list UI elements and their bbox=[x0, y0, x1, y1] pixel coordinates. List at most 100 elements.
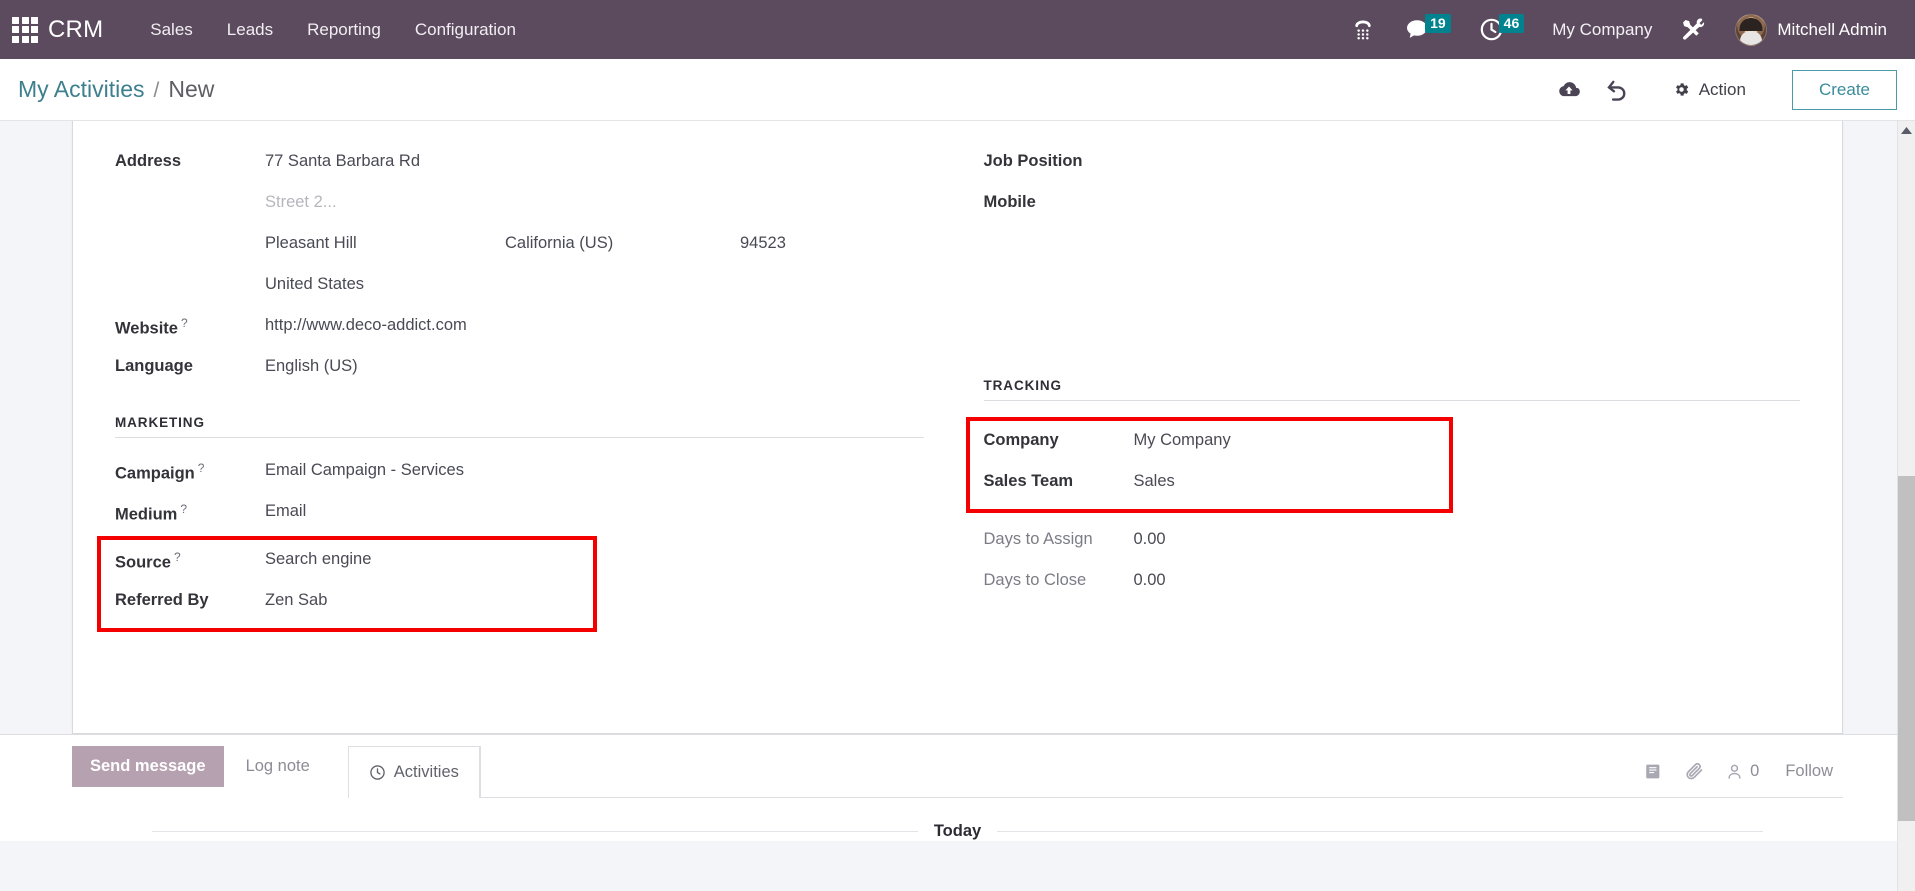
clock-icon bbox=[369, 764, 386, 781]
company-switcher[interactable]: My Company bbox=[1538, 0, 1666, 59]
address-street-value[interactable]: 77 Santa Barbara Rd bbox=[265, 145, 924, 171]
referred-by-value[interactable]: Zen Sab bbox=[265, 584, 593, 610]
scrollbar-thumb[interactable] bbox=[1898, 476, 1915, 821]
medium-help-icon[interactable]: ? bbox=[180, 502, 187, 516]
menu-reporting[interactable]: Reporting bbox=[290, 0, 398, 59]
menu-sales[interactable]: Sales bbox=[133, 0, 210, 59]
wrench-screwdriver-icon bbox=[1680, 16, 1707, 43]
field-city-state-zip: Pleasant Hill California (US) 94523 bbox=[115, 227, 924, 268]
cloud-upload-icon bbox=[1556, 77, 1582, 103]
menu-leads[interactable]: Leads bbox=[210, 0, 290, 59]
save-record-button[interactable] bbox=[1547, 70, 1591, 110]
scroll-up-button[interactable] bbox=[1898, 121, 1915, 139]
user-icon bbox=[1725, 762, 1744, 781]
control-panel-actions: Action Create bbox=[1547, 69, 1897, 110]
activities-count-badge: 46 bbox=[1498, 13, 1525, 34]
user-menu[interactable]: Mitchell Admin bbox=[1721, 0, 1901, 59]
log-note-tab[interactable]: Log note bbox=[224, 746, 332, 787]
breadcrumb-my-activities[interactable]: My Activities bbox=[18, 76, 145, 103]
days-to-assign-value: 0.00 bbox=[1133, 530, 1166, 548]
activities-tab-label: Activities bbox=[393, 763, 459, 781]
gear-icon bbox=[1673, 81, 1690, 98]
field-language: Language English (US) bbox=[115, 350, 924, 391]
control-panel: My Activities / New Action Create bbox=[0, 59, 1915, 121]
field-country: United States bbox=[115, 268, 924, 309]
field-medium: Medium? Email bbox=[115, 495, 924, 536]
company-value[interactable]: My Company bbox=[1134, 424, 1449, 450]
field-website: Website? http://www.deco-addict.com bbox=[115, 309, 924, 350]
field-job-position: Job Position bbox=[984, 145, 1801, 186]
field-street2: Street 2... bbox=[115, 186, 924, 227]
app-brand-crm[interactable]: CRM bbox=[48, 16, 103, 44]
website-help-icon[interactable]: ? bbox=[181, 316, 188, 330]
address-street2-input[interactable]: Street 2... bbox=[265, 186, 924, 212]
voip-dialpad-button[interactable] bbox=[1336, 0, 1390, 59]
apps-grid-icon[interactable] bbox=[12, 16, 38, 43]
language-value[interactable]: English (US) bbox=[265, 350, 924, 376]
action-label: Action bbox=[1698, 79, 1746, 99]
mobile-value[interactable] bbox=[1134, 186, 1801, 208]
form-columns-top: Address 77 Santa Barbara Rd Street 2... … bbox=[97, 145, 1801, 632]
campaign-label: Campaign? bbox=[115, 454, 265, 484]
job-position-value[interactable] bbox=[1134, 145, 1801, 167]
developer-tools-button[interactable] bbox=[1666, 0, 1721, 59]
form-column-left: Address 77 Santa Barbara Rd Street 2... … bbox=[97, 145, 958, 632]
source-help-icon[interactable]: ? bbox=[174, 550, 181, 564]
highlight-box-company-salesteam: Company My Company Sales Team Sales bbox=[965, 417, 1453, 513]
vertical-scrollbar[interactable] bbox=[1897, 121, 1915, 891]
address-country-value[interactable]: United States bbox=[265, 268, 924, 294]
paperclip-icon[interactable] bbox=[1684, 761, 1705, 782]
messages-button[interactable]: 19 bbox=[1390, 0, 1465, 59]
medium-label-text: Medium bbox=[115, 505, 178, 524]
campaign-value[interactable]: Email Campaign - Services bbox=[265, 454, 924, 480]
activities-button[interactable]: 46 bbox=[1465, 0, 1539, 59]
referred-by-label: Referred By bbox=[115, 591, 209, 609]
send-message-tab[interactable]: Send message bbox=[72, 746, 224, 787]
today-label: Today bbox=[933, 822, 982, 840]
field-days-to-close: Days to Close 0.00 bbox=[984, 564, 1801, 605]
user-avatar bbox=[1735, 13, 1768, 46]
address-zip-value[interactable]: 94523 bbox=[740, 234, 786, 253]
user-name-label: Mitchell Admin bbox=[1777, 19, 1887, 39]
followers-count: 0 bbox=[1750, 762, 1760, 780]
separator-line-left bbox=[152, 831, 918, 832]
sales-team-label: Sales Team bbox=[983, 472, 1074, 490]
days-to-close-label: Days to Close bbox=[983, 571, 1087, 589]
address-state-value[interactable]: California (US) bbox=[505, 234, 740, 253]
language-label: Language bbox=[115, 357, 193, 375]
followers-button[interactable]: 0 bbox=[1725, 762, 1759, 781]
company-name-label: My Company bbox=[1552, 19, 1653, 39]
create-button[interactable]: Create bbox=[1791, 69, 1897, 110]
campaign-help-icon[interactable]: ? bbox=[198, 461, 205, 475]
menu-configuration[interactable]: Configuration bbox=[398, 0, 533, 59]
field-mobile: Mobile bbox=[984, 186, 1801, 227]
country-label-spacer bbox=[115, 268, 265, 275]
medium-label: Medium? bbox=[115, 495, 265, 525]
book-icon[interactable] bbox=[1643, 761, 1664, 782]
sales-team-value[interactable]: Sales bbox=[1134, 465, 1449, 491]
top-navbar: CRM Sales Leads Reporting Configuration … bbox=[0, 0, 1915, 59]
schedule-activity-tab[interactable]: Activities bbox=[347, 746, 480, 798]
source-value[interactable]: Search engine bbox=[265, 543, 593, 569]
highlight-box-source-referred: Source? Search engine Referred By Zen Sa… bbox=[97, 536, 597, 632]
company-label: Company bbox=[983, 431, 1059, 449]
navbar-systray: 19 46 My Company Mitchell Admin bbox=[1336, 0, 1915, 59]
field-sales-team: Sales Team Sales bbox=[984, 465, 1449, 506]
address-city-value[interactable]: Pleasant Hill bbox=[265, 234, 505, 253]
discard-changes-button[interactable] bbox=[1595, 70, 1639, 110]
mobile-label: Mobile bbox=[983, 193, 1036, 211]
medium-value[interactable]: Email bbox=[265, 495, 924, 521]
website-value[interactable]: http://www.deco-addict.com bbox=[265, 309, 924, 335]
follow-button[interactable]: Follow bbox=[1779, 762, 1839, 781]
website-label-text: Website bbox=[115, 319, 178, 338]
breadcrumb-separator: / bbox=[153, 79, 160, 102]
right-column-spacer bbox=[984, 227, 1801, 354]
campaign-label-text: Campaign bbox=[115, 464, 195, 483]
chatter-toolbar-fill bbox=[479, 746, 1624, 798]
field-campaign: Campaign? Email Campaign - Services bbox=[115, 454, 924, 495]
separator-line-right bbox=[997, 831, 1763, 832]
marketing-section-title: MARKETING bbox=[115, 415, 924, 438]
messages-count-badge: 19 bbox=[1425, 13, 1451, 34]
action-menu-button[interactable]: Action bbox=[1657, 73, 1762, 107]
address-label: Address bbox=[115, 152, 182, 170]
